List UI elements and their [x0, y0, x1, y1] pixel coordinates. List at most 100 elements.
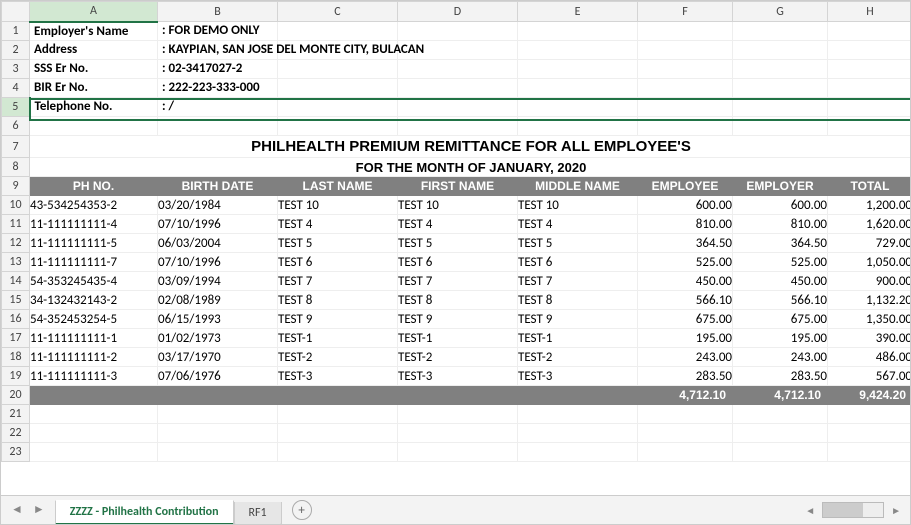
cell-employee[interactable]: 283.50 — [638, 367, 733, 386]
select-all-corner[interactable] — [2, 2, 30, 22]
value-bir[interactable]: : 222-223-333-000 — [158, 79, 278, 98]
cell-employer[interactable]: 810.00 — [733, 215, 828, 234]
cell-firstname[interactable]: TEST 5 — [398, 234, 518, 253]
col-header-A[interactable]: A — [30, 2, 158, 22]
cell[interactable] — [30, 405, 158, 424]
cell[interactable] — [518, 424, 638, 443]
cell-ph[interactable]: 11-111111111-1 — [30, 329, 158, 348]
cell-employer[interactable]: 364.50 — [733, 234, 828, 253]
cell[interactable] — [733, 405, 828, 424]
spreadsheet-grid[interactable]: A B C D E F G H 1 Employer's Name : FOR … — [1, 1, 911, 462]
cell-birthdate[interactable]: 07/10/1996 — [158, 215, 278, 234]
cell-middlename[interactable]: TEST 7 — [518, 272, 638, 291]
table-row[interactable]: 1711-111111111-101/02/1973TEST-1TEST-1TE… — [2, 329, 911, 348]
cell-lastname[interactable]: TEST 6 — [278, 253, 398, 272]
cell[interactable] — [638, 117, 733, 136]
table-row[interactable]: 1911-111111111-307/06/1976TEST-3TEST-3TE… — [2, 367, 911, 386]
cell[interactable] — [518, 60, 638, 79]
row-21[interactable]: 21 — [2, 405, 911, 424]
cell-firstname[interactable]: TEST 7 — [398, 272, 518, 291]
cell[interactable] — [398, 424, 518, 443]
row-header-4[interactable]: 4 — [2, 79, 30, 98]
cell-employer[interactable]: 243.00 — [733, 348, 828, 367]
cell[interactable] — [733, 443, 828, 462]
cell-ph[interactable]: 11-111111111-2 — [30, 348, 158, 367]
cell[interactable] — [733, 98, 828, 117]
cell-ph[interactable]: 11-111111111-7 — [30, 253, 158, 272]
cell-employee[interactable]: 364.50 — [638, 234, 733, 253]
cell[interactable] — [278, 60, 398, 79]
table-row[interactable]: 1211-111111111-506/03/2004TEST 5TEST 5TE… — [2, 234, 911, 253]
cell-firstname[interactable]: TEST 6 — [398, 253, 518, 272]
cell[interactable] — [828, 405, 911, 424]
cell[interactable] — [518, 443, 638, 462]
cell-ph[interactable]: 34-132432143-2 — [30, 291, 158, 310]
cell-employer[interactable]: 450.00 — [733, 272, 828, 291]
table-row[interactable]: 1311-111111111-707/10/1996TEST 6TEST 6TE… — [2, 253, 911, 272]
row-header-10[interactable]: 10 — [2, 196, 30, 215]
cell-lastname[interactable]: TEST 10 — [278, 196, 398, 215]
row-23[interactable]: 23 — [2, 443, 911, 462]
cell-firstname[interactable]: TEST-1 — [398, 329, 518, 348]
cell-lastname[interactable]: TEST-3 — [278, 367, 398, 386]
cell-middlename[interactable]: TEST-2 — [518, 348, 638, 367]
row-header-22[interactable]: 22 — [2, 424, 30, 443]
cell-total[interactable]: 1,350.00 — [828, 310, 911, 329]
cell[interactable] — [158, 405, 278, 424]
cell[interactable] — [158, 117, 278, 136]
col-total[interactable]: TOTAL — [828, 177, 911, 196]
scroll-thumb[interactable] — [823, 503, 863, 517]
cell[interactable] — [278, 424, 398, 443]
cell-lastname[interactable]: TEST 7 — [278, 272, 398, 291]
cell-total[interactable]: 486.00 — [828, 348, 911, 367]
column-headers[interactable]: A B C D E F G H — [2, 2, 911, 22]
label-employer-name[interactable]: Employer's Name — [30, 22, 158, 41]
row-header-12[interactable]: 12 — [2, 234, 30, 253]
row-3[interactable]: 3 SSS Er No. : 02-3417027-2 — [2, 60, 911, 79]
cell-birthdate[interactable]: 06/03/2004 — [158, 234, 278, 253]
col-header-H[interactable]: H — [828, 2, 911, 22]
cell-employee[interactable]: 525.00 — [638, 253, 733, 272]
cell-middlename[interactable]: TEST 10 — [518, 196, 638, 215]
cell-employee[interactable]: 450.00 — [638, 272, 733, 291]
row-8-subtitle[interactable]: 8 FOR THE MONTH OF JANUARY, 2020 — [2, 158, 911, 177]
cell[interactable] — [638, 41, 733, 60]
total-total[interactable]: 9,424.20 — [828, 386, 911, 405]
row-header-6[interactable]: 6 — [2, 117, 30, 136]
cell[interactable] — [733, 22, 828, 41]
cell-birthdate[interactable]: 06/15/1993 — [158, 310, 278, 329]
cell[interactable] — [398, 98, 518, 117]
cell[interactable] — [518, 98, 638, 117]
tab-nav-prev-icon[interactable]: ◄ — [11, 504, 23, 516]
row-header-8[interactable]: 8 — [2, 158, 30, 177]
cell[interactable] — [278, 22, 398, 41]
cell-middlename[interactable]: TEST-1 — [518, 329, 638, 348]
row-header-19[interactable]: 19 — [2, 367, 30, 386]
cell-total[interactable]: 1,200.00 — [828, 196, 911, 215]
label-sss[interactable]: SSS Er No. — [30, 60, 158, 79]
cell-total[interactable]: 1,050.00 — [828, 253, 911, 272]
row-header-23[interactable]: 23 — [2, 443, 30, 462]
cell[interactable] — [638, 79, 733, 98]
cell[interactable] — [638, 22, 733, 41]
cell[interactable] — [278, 79, 398, 98]
cell-birthdate[interactable]: 02/08/1989 — [158, 291, 278, 310]
cell-middlename[interactable]: TEST 8 — [518, 291, 638, 310]
cell-employee[interactable]: 195.00 — [638, 329, 733, 348]
cell-birthdate[interactable]: 03/09/1994 — [158, 272, 278, 291]
cell-ph[interactable]: 11-111111111-4 — [30, 215, 158, 234]
cell-employer[interactable]: 600.00 — [733, 196, 828, 215]
cell-employee[interactable]: 810.00 — [638, 215, 733, 234]
table-row[interactable]: 1811-111111111-203/17/1970TEST-2TEST-2TE… — [2, 348, 911, 367]
scroll-track[interactable] — [822, 502, 884, 518]
cell[interactable] — [518, 386, 638, 405]
col-employer[interactable]: EMPLOYER — [733, 177, 828, 196]
cell-firstname[interactable]: TEST-2 — [398, 348, 518, 367]
cell[interactable] — [278, 98, 398, 117]
cell[interactable] — [278, 405, 398, 424]
cell[interactable] — [30, 386, 158, 405]
cell[interactable] — [30, 443, 158, 462]
cell-employer[interactable]: 675.00 — [733, 310, 828, 329]
cell-lastname[interactable]: TEST 8 — [278, 291, 398, 310]
cell-middlename[interactable]: TEST 6 — [518, 253, 638, 272]
